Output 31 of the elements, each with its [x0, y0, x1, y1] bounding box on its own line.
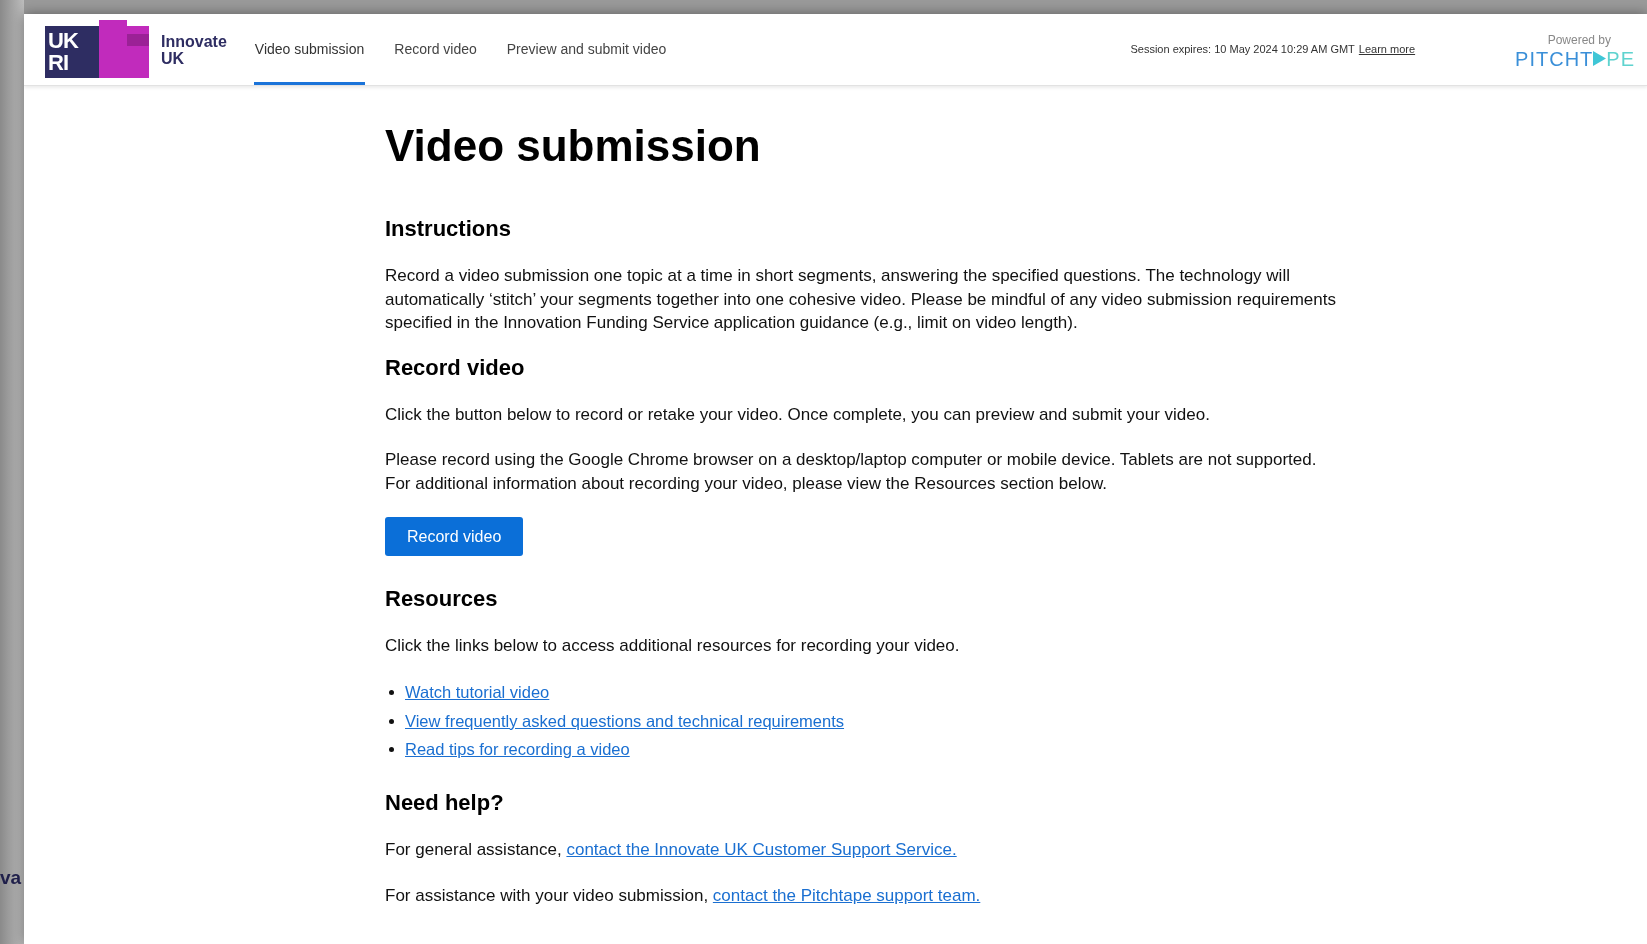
paragraph: For general assistance, contact the Innovate UK Customer Support Service.: [385, 839, 958, 861]
paragraph: Please record using the Google Chrome browser on a desktop/laptop computer or mobile device. Tablets are not supported. For additional information about recording your video, please view the Resources section below.: [385, 449, 1318, 495]
brand-name: UK: [161, 49, 186, 67]
nav-tab[interactable]: Video submission: [253, 14, 366, 85]
session-expiry-text: Session expires: 10 May 2024 10:29 AM GMT: [1130, 42, 1355, 58]
brand-name: Innovate: [161, 32, 227, 50]
resource-link[interactable]: View frequently asked questions and technical requirements: [405, 708, 845, 734]
support-link[interactable]: contact the Pitchtape support team.: [712, 885, 981, 905]
paragraph: Click the button below to record or retake your video. Once complete, you can preview and submit your video.: [385, 403, 1211, 426]
section-heading: Record video: [385, 356, 526, 379]
bullet-icon: [389, 690, 394, 696]
section-heading: Instructions: [385, 218, 512, 240]
resource-link[interactable]: Watch tutorial video: [405, 680, 550, 706]
learn-more-link[interactable]: Learn more: [1358, 41, 1416, 58]
nav-tab[interactable]: Record video: [393, 14, 478, 85]
pitchtape-logo: PITCHT PE: [1515, 48, 1635, 69]
resource-link[interactable]: Read tips for recording a video: [405, 737, 630, 763]
ukri-logo: UK RI: [45, 19, 151, 80]
bullet-icon: [389, 747, 394, 753]
paragraph: Click the links below to access additional resources for recording your video.: [385, 635, 961, 657]
section-heading: Resources: [385, 588, 499, 610]
powered-by-label: Powered by: [1547, 31, 1611, 49]
page-title: Video submission: [385, 124, 762, 168]
record-video-button[interactable]: Record video: [385, 517, 524, 556]
support-link[interactable]: contact the Innovate UK Customer Support Service.: [566, 840, 957, 859]
background-text: va: [0, 868, 22, 887]
paragraph: Record a video submission one topic at a time in short segments, answering the specified questions. The technology will automatically ‘stitch’ your segments together into one cohesive video. Please be mindful of any video submission requirements specified in the Innovation Funding Service application guidance (e.g., limit on video length).: [385, 265, 1337, 334]
paragraph: For assistance with your video submission, contact the Pitchtape support team.: [385, 884, 982, 907]
nav-tab[interactable]: Preview and submit video: [505, 14, 668, 85]
section-heading: Need help?: [385, 792, 505, 814]
bullet-icon: [389, 718, 394, 724]
